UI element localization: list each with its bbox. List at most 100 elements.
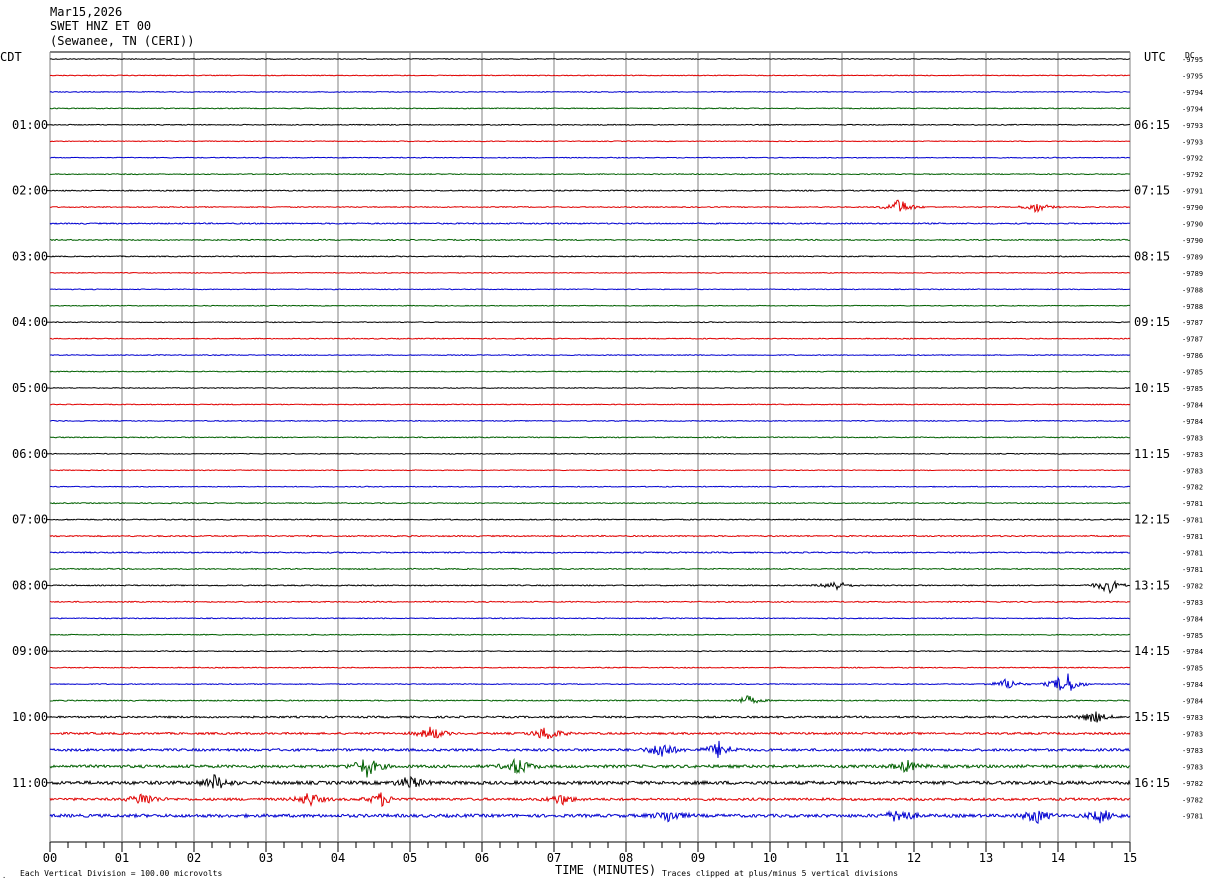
right-hour-label: 08:15 (1134, 249, 1170, 263)
trace-line (49, 567, 1131, 571)
right-hour-label: 16:15 (1134, 776, 1170, 790)
trace-line (49, 222, 1131, 225)
trace-line (49, 792, 1131, 808)
dc-offset-label: -9784 (1182, 681, 1203, 689)
trace-line (49, 650, 1131, 653)
dc-offset-label: -9782 (1182, 780, 1203, 788)
trace-line (49, 173, 1131, 176)
left-hour-label: 01:00 (12, 118, 48, 132)
trace-line (49, 485, 1131, 488)
dc-offset-label: -9787 (1182, 336, 1203, 344)
dc-offset-label: -9783 (1182, 599, 1203, 607)
x-tick-label: 05 (403, 851, 417, 865)
trace-line (49, 370, 1131, 373)
dc-offset-label: -9795 (1182, 72, 1203, 80)
dc-offset-label: -9790 (1182, 221, 1203, 229)
right-hour-labels: 06:15 07:15 08:15 09:15 10:15 11:15 12:15 13:15… (1134, 118, 1170, 790)
x-tick-label: 10 (763, 851, 777, 865)
traces (49, 57, 1131, 824)
trace-line (50, 255, 1131, 258)
dc-offset-label: -9786 (1182, 352, 1203, 360)
trace-line (50, 518, 1131, 521)
dc-offset-label: -9792 (1182, 171, 1203, 179)
dc-offset-label: -9784 (1182, 698, 1203, 706)
dc-offset-label: -9790 (1182, 237, 1203, 245)
dc-offset-label: -9788 (1182, 286, 1203, 294)
x-axis: 00 01 02 03 04 05 06 07 08 09 10 11 12 13 14 15 (43, 842, 1137, 865)
trace-line (49, 502, 1131, 505)
trace-line (49, 579, 1131, 595)
trace-line (49, 726, 1131, 740)
trace-line (49, 337, 1131, 340)
dc-offset-label: -9785 (1182, 665, 1203, 673)
left-hour-labels: 01:00 02:00 03:00 04:00 05:00 06:00 07:00 08:00… (12, 118, 50, 790)
dc-offset-label: -9794 (1182, 105, 1203, 113)
dc-offset-label: -9783 (1182, 434, 1203, 442)
dc-offset-label: -9791 (1182, 188, 1203, 196)
dc-offset-label: -9781 (1182, 533, 1203, 541)
dc-offset-label: -9781 (1182, 550, 1203, 558)
trace-line (49, 740, 1131, 758)
dc-offset-label: -9782 (1182, 582, 1203, 590)
header-location: (Sewanee, TN (CERI)) (50, 34, 195, 48)
trace-line (49, 354, 1131, 357)
right-hour-label: 11:15 (1134, 447, 1170, 461)
dc-offset-label: -9793 (1182, 138, 1203, 146)
x-tick-label: 09 (691, 851, 705, 865)
dc-offset-label: -9784 (1182, 615, 1203, 623)
trace-line (49, 199, 1131, 214)
right-hour-label: 12:15 (1134, 513, 1170, 527)
trace-line (49, 469, 1131, 472)
trace-line (49, 238, 1131, 242)
trace-line (49, 90, 1130, 93)
trace-line (49, 711, 1131, 723)
left-hour-label: 06:00 (12, 447, 48, 461)
trace-line (49, 304, 1131, 307)
dc-offset-label: -9783 (1182, 451, 1203, 459)
header-date: Mar15,2026 (50, 5, 122, 19)
dc-offset-label: -9783 (1182, 714, 1203, 722)
trace-line (50, 403, 1131, 406)
header: Mar15,2026 SWET HNZ ET 00 (Sewanee, TN (… (50, 5, 195, 48)
dc-offset-label: -9781 (1182, 813, 1203, 821)
dc-offset-label: -9783 (1182, 763, 1203, 771)
x-tick-label: 12 (907, 851, 921, 865)
footer-left-note: Each Vertical Division = 100.00 microvol… (20, 869, 222, 878)
left-hour-label: 02:00 (12, 184, 48, 198)
dc-offset-label: -9781 (1182, 500, 1203, 508)
right-hour-label: 10:15 (1134, 381, 1170, 395)
footer-right-note: Traces clipped at plus/minus 5 vertical … (662, 869, 898, 878)
dc-offset-label: -9781 (1182, 566, 1203, 574)
dc-offset-label: -9794 (1182, 89, 1203, 97)
x-tick-label: 02 (187, 851, 201, 865)
trace-line (49, 156, 1131, 159)
x-tick-label: 11 (835, 851, 849, 865)
x-tick-label: 15 (1123, 851, 1137, 865)
right-hour-label: 07:15 (1134, 184, 1170, 198)
dc-offset-label: -9784 (1182, 418, 1203, 426)
dc-offset-label: -9789 (1182, 270, 1203, 278)
left-hour-label: 09:00 (12, 644, 48, 658)
dc-offset-label: -9789 (1182, 253, 1203, 261)
seismogram-chart: Mar15,2026 SWET HNZ ET 00 (Sewanee, TN (… (0, 5, 1203, 880)
trace-line (49, 386, 1131, 390)
trace-line (49, 673, 1131, 691)
dc-offset-label: -9790 (1182, 204, 1203, 212)
trace-line (49, 617, 1131, 620)
dc-offset-label: -9783 (1182, 467, 1203, 475)
trace-line (49, 633, 1131, 636)
x-axis-title: TIME (MINUTES) (555, 863, 656, 877)
left-hour-label: 11:00 (12, 776, 48, 790)
trace-line (49, 695, 1130, 705)
dc-offset-label: -9788 (1182, 303, 1203, 311)
left-hour-label: 08:00 (12, 578, 48, 592)
right-hour-label: 06:15 (1134, 118, 1170, 132)
corner-mark: . (2, 872, 6, 880)
grid (49, 51, 1131, 843)
dc-offset-label: -9782 (1182, 484, 1203, 492)
dc-offset-labels: -9795 -9795 -9794 -9794 -9793 -9793 -9792 -9792… (1182, 56, 1203, 821)
x-tick-label: 06 (475, 851, 489, 865)
dc-offset-label: -9795 (1182, 56, 1203, 64)
dc-offset-label: -9782 (1182, 796, 1203, 804)
x-tick-label: 00 (43, 851, 57, 865)
